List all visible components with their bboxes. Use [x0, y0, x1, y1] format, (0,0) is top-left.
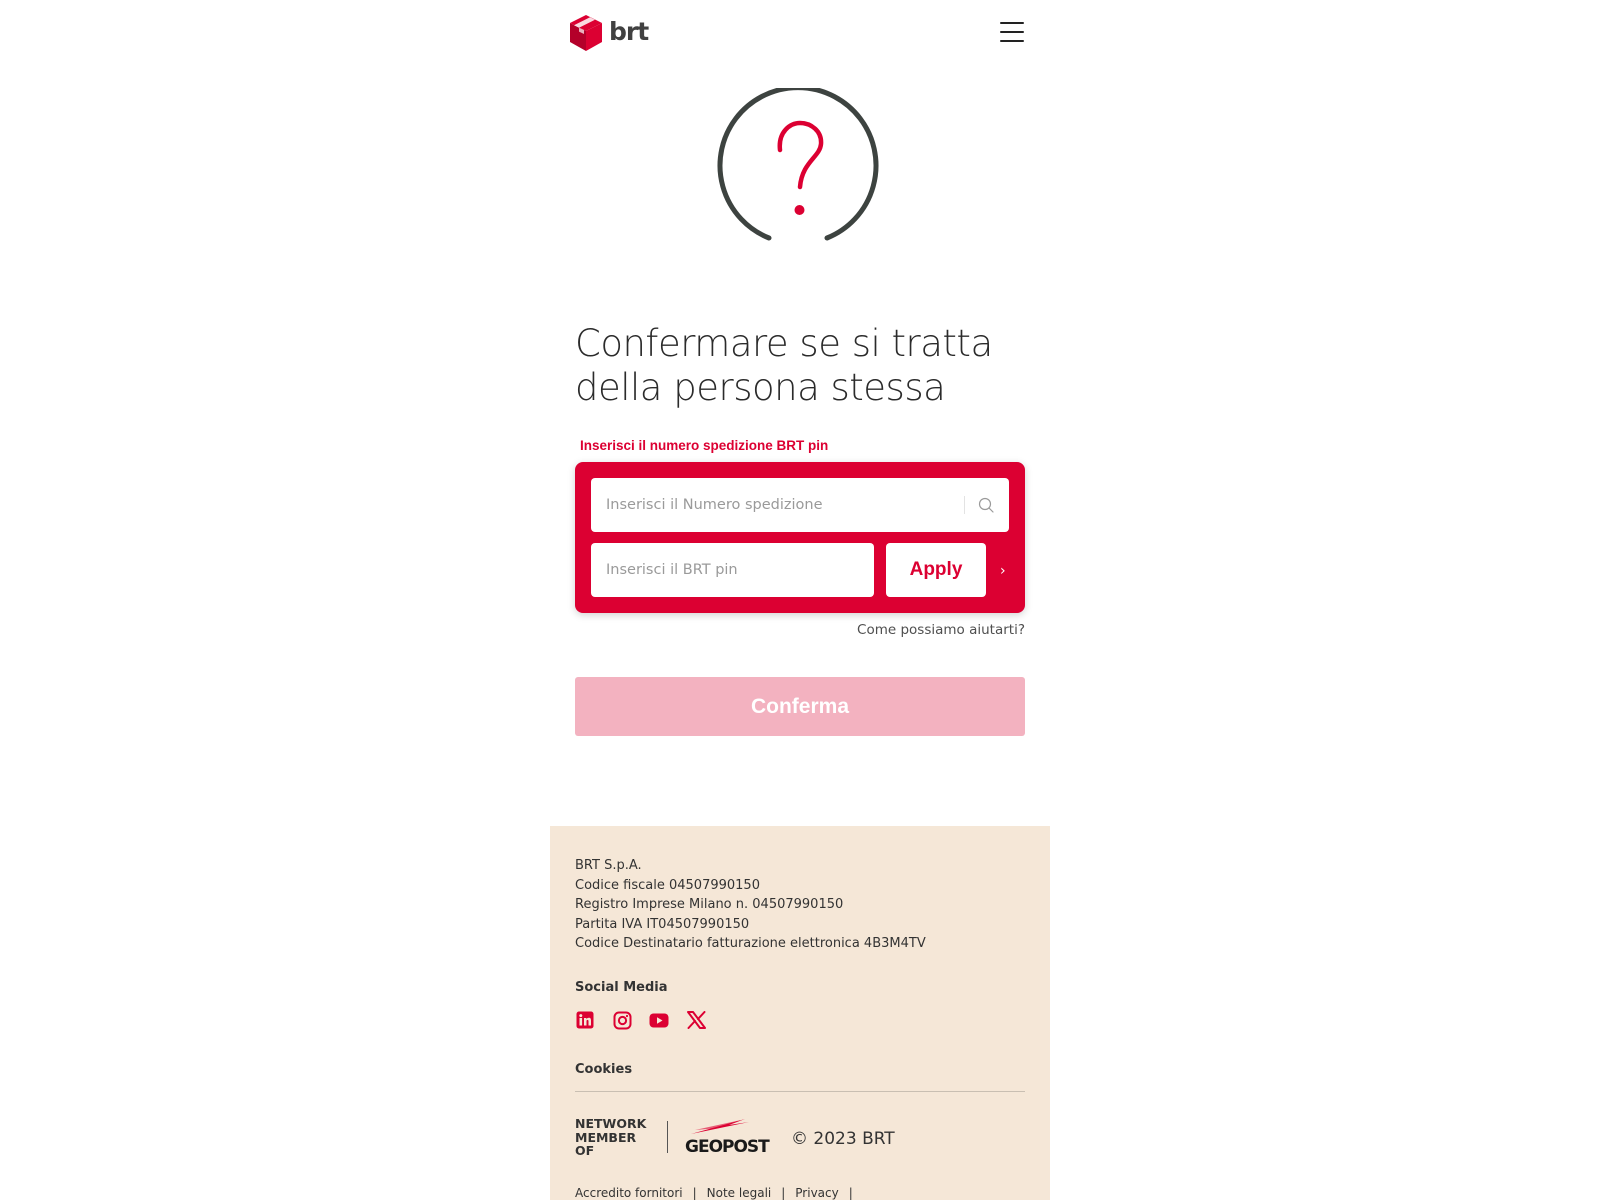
apply-button[interactable]: Apply: [886, 543, 986, 597]
site-header: brt: [552, 0, 1048, 64]
network-divider: [667, 1121, 668, 1153]
youtube-icon[interactable]: [649, 1010, 669, 1030]
company-registry: Registro Imprese Milano n. 04507990150: [575, 897, 844, 913]
network-line-1: NETWORK: [575, 1116, 647, 1131]
company-vat: Partita IVA IT04507990150: [575, 916, 750, 932]
chevron-right-icon: ›: [1000, 563, 1006, 579]
social-icons: [575, 1010, 706, 1030]
link-note-legali[interactable]: Note legali: [707, 1186, 772, 1200]
brt-cube-icon: [570, 15, 602, 51]
page-title-line1: Confermare se si tratta: [575, 322, 993, 365]
linkedin-icon[interactable]: [575, 1010, 595, 1030]
link-privacy[interactable]: Privacy: [795, 1186, 838, 1200]
form-label: Inserisci il numero spedizione BRT pin: [580, 438, 829, 453]
company-einvoice-code: Codice Destinatario fatturazione elettro…: [575, 936, 926, 952]
cookies-link[interactable]: Cookies: [575, 1062, 632, 1077]
link-separator: |: [692, 1186, 697, 1200]
copyright: © 2023 BRT: [791, 1129, 895, 1149]
link-separator: |: [848, 1186, 853, 1200]
social-media-title: Social Media: [575, 980, 668, 995]
network-member-label: NETWORK MEMBER OF: [575, 1117, 655, 1158]
geopost-logo[interactable]: GEOPOST: [685, 1117, 777, 1157]
geopost-swoosh-icon: [691, 1119, 749, 1134]
hamburger-menu-icon[interactable]: [1000, 22, 1024, 44]
geopost-text: GEOPOST: [685, 1137, 770, 1157]
brt-logo[interactable]: brt: [569, 14, 649, 52]
link-separator: |: [781, 1186, 786, 1200]
shipment-number-input[interactable]: [591, 478, 1009, 532]
tracking-form: Apply ›: [575, 462, 1025, 613]
company-info: BRT S.p.A. Codice fiscale 04507990150 Re…: [575, 856, 926, 954]
logo-text: brt: [609, 16, 649, 46]
page-title: Confermare se si tratta della persona st…: [575, 322, 1035, 410]
network-line-3: OF: [575, 1143, 595, 1158]
footer-links: Accredito fornitori | Note legali | Priv…: [575, 1186, 853, 1200]
footer-divider: [575, 1091, 1025, 1092]
question-mark-icon: [717, 88, 879, 241]
help-link[interactable]: Come possiamo aiutarti?: [700, 622, 1025, 638]
link-accredito-fornitori[interactable]: Accredito fornitori: [575, 1186, 683, 1200]
brt-pin-input[interactable]: [591, 543, 874, 597]
network-line-2: MEMBER: [575, 1129, 637, 1145]
company-name: BRT S.p.A.: [575, 858, 642, 873]
company-tax-code: Codice fiscale 04507990150: [575, 877, 760, 893]
x-icon[interactable]: [686, 1010, 706, 1030]
confirm-button[interactable]: Conferma: [575, 677, 1025, 736]
site-footer: BRT S.p.A. Codice fiscale 04507990150 Re…: [550, 826, 1050, 1200]
search-divider: [964, 496, 965, 514]
instagram-icon[interactable]: [612, 1010, 632, 1030]
search-icon[interactable]: [978, 497, 994, 513]
page-title-line2: della persona stessa: [575, 366, 946, 409]
